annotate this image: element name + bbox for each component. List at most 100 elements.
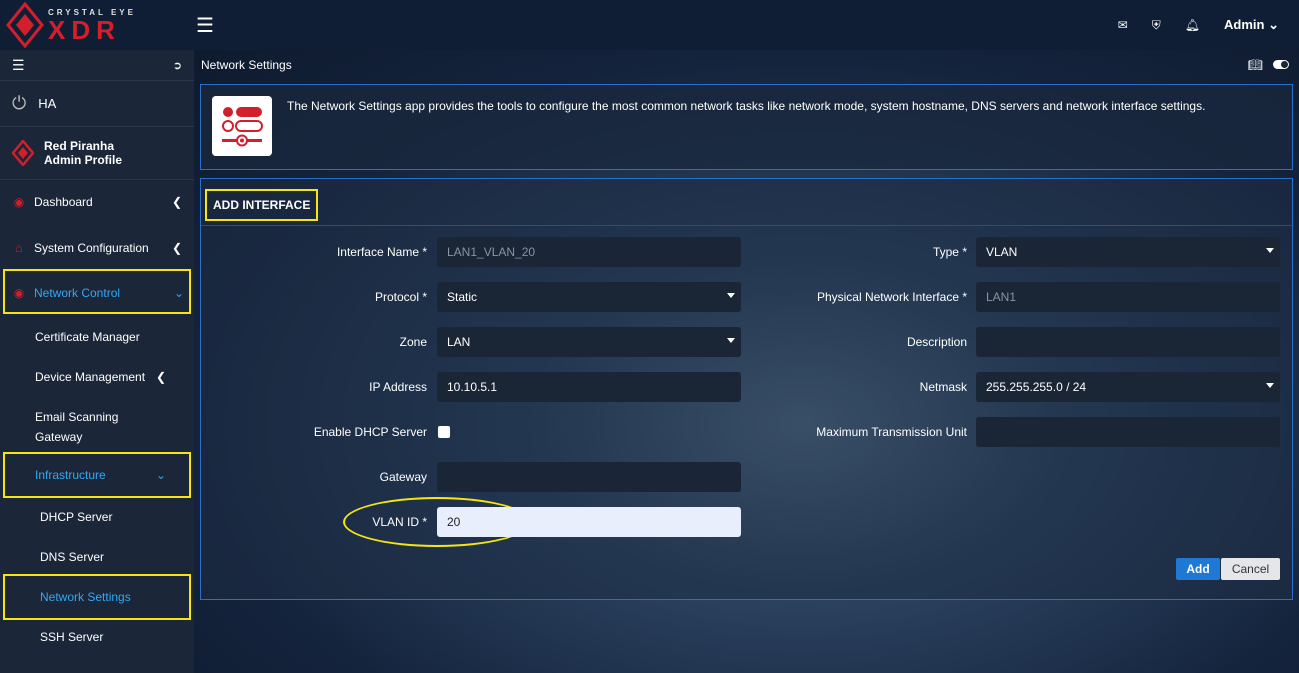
network-settings-app-icon — [212, 96, 272, 156]
chevron-left-icon: ❮ — [155, 370, 166, 384]
sidebar-item-label: Gateway — [35, 430, 83, 444]
profile-role: Admin Profile — [44, 153, 123, 167]
sidebar-item-label: Network Control — [34, 286, 121, 300]
sidebar-item-device-management[interactable]: Device Management ❮ — [0, 366, 194, 388]
sidebar-item-email-scanning[interactable]: Email Scanning — [0, 406, 194, 428]
chevron-down-icon: ⌄ — [155, 468, 166, 482]
sidebar-item-dhcp-server[interactable]: DHCP Server — [0, 506, 194, 528]
ip-address-value: 10.10.5.1 — [447, 380, 498, 394]
physical-interface-input[interactable]: LAN1 — [976, 282, 1280, 312]
top-bar: CRYSTAL EYE XDR ☰ ✉ ⛨ 🔔︎ Admin ⌄ — [0, 0, 1299, 50]
sidebar-item-label: Dashboard — [34, 195, 93, 209]
form-header: ADD INTERFACE — [201, 179, 1294, 226]
book-icon[interactable]: 📖︎ — [1248, 58, 1263, 72]
vlan-id-value: 20 — [447, 515, 461, 529]
sidebar-item-label: DHCP Server — [40, 510, 113, 524]
cancel-button[interactable]: Cancel — [1221, 558, 1280, 580]
caret-down-icon — [1266, 383, 1274, 388]
sidebar-toolbar: ☰ ➲ — [0, 50, 194, 80]
page-title-bar: Network Settings — [194, 50, 1299, 80]
info-panel: The Network Settings app provides the to… — [200, 84, 1293, 170]
physical-interface-value: LAN1 — [986, 290, 1017, 304]
chevron-left-icon: ❮ — [171, 195, 182, 209]
sidebar-profile[interactable]: Red Piranha Admin Profile — [0, 126, 194, 180]
chevron-left-icon: ❮ — [171, 241, 182, 255]
sidebar-item-label: SSH Server — [40, 630, 104, 644]
physical-interface-label: Physical Network Interface * — [816, 290, 967, 304]
mtu-label: Maximum Transmission Unit — [816, 425, 967, 439]
ip-address-label: IP Address — [369, 380, 427, 394]
profile-logo-icon — [12, 140, 34, 166]
list-icon[interactable]: ☰ — [12, 57, 25, 74]
sidebar-item-system-configuration[interactable]: ⌂ System Configuration ❮ — [0, 236, 194, 260]
sidebar-item-label: System Configuration — [34, 241, 149, 255]
description-input[interactable] — [976, 327, 1280, 357]
sidebar-item-network-control[interactable]: ◉ Network Control ⌄ — [0, 281, 194, 305]
interface-name-input[interactable]: LAN1_VLAN_20 — [437, 237, 741, 267]
ip-address-input[interactable]: 10.10.5.1 — [437, 372, 741, 402]
admin-menu[interactable]: Admin ⌄ — [1224, 17, 1279, 33]
sidebar-item-certificate-manager[interactable]: Certificate Manager — [0, 326, 194, 348]
sign-out-icon[interactable]: ➲ — [173, 59, 182, 72]
network-icon: ◉ — [13, 286, 25, 300]
bell-icon[interactable]: 🔔︎ — [1185, 18, 1200, 32]
menu-toggle-icon[interactable]: ☰ — [196, 13, 214, 38]
admin-label: Admin — [1224, 17, 1265, 32]
sidebar-ha[interactable]: ⏻︎ HA — [0, 80, 194, 126]
zone-select[interactable]: LAN — [437, 327, 741, 357]
vlan-id-label: VLAN ID * — [372, 515, 427, 529]
enable-dhcp-checkbox[interactable] — [438, 426, 450, 438]
sidebar-item-label: Network Settings — [40, 590, 131, 604]
sidebar-item-email-scanning-line2[interactable]: Gateway — [0, 426, 194, 448]
brand-logo[interactable]: CRYSTAL EYE XDR — [0, 0, 194, 50]
protocol-select[interactable]: Static — [437, 282, 741, 312]
type-label: Type * — [932, 245, 967, 259]
dashboard-icon: ◉ — [13, 195, 25, 209]
interface-name-value: LAN1_VLAN_20 — [447, 245, 536, 259]
caret-down-icon — [727, 293, 735, 298]
add-button[interactable]: Add — [1176, 558, 1220, 580]
enable-dhcp-label: Enable DHCP Server — [313, 425, 427, 439]
form-title: ADD INTERFACE — [205, 189, 319, 221]
netmask-label: Netmask — [919, 380, 967, 394]
sidebar-item-label: Email Scanning — [35, 410, 119, 424]
type-select[interactable]: VLAN — [976, 237, 1280, 267]
shield-icon[interactable]: ⛨ — [1152, 18, 1161, 33]
info-text: The Network Settings app provides the to… — [287, 99, 1206, 113]
netmask-select[interactable]: 255.255.255.0 / 24 — [976, 372, 1280, 402]
page-title: Network Settings — [201, 58, 292, 72]
mail-icon[interactable]: ✉ — [1118, 18, 1128, 32]
sidebar-item-label: Device Management — [35, 370, 146, 384]
sidebar-item-ssh-server[interactable]: SSH Server — [0, 626, 194, 648]
caret-down-icon — [727, 338, 735, 343]
brand-name: XDR — [48, 14, 121, 45]
mtu-input[interactable] — [976, 417, 1280, 447]
zone-value: LAN — [447, 335, 471, 349]
gateway-label: Gateway — [379, 470, 427, 484]
caret-down-icon — [1266, 248, 1274, 253]
interface-name-label: Interface Name * — [336, 245, 427, 259]
ha-label: HA — [38, 96, 57, 111]
sidebar-item-label: Infrastructure — [35, 468, 106, 482]
main-content: Network Settings 📖︎ The Network Settings… — [194, 50, 1299, 673]
gateway-input[interactable] — [437, 462, 741, 492]
netmask-value: 255.255.255.0 / 24 — [986, 380, 1087, 394]
crystal-eye-logo-icon — [6, 2, 44, 48]
chevron-down-icon: ⌄ — [1268, 17, 1279, 32]
sidebar-item-network-settings[interactable]: Network Settings — [0, 586, 194, 608]
home-icon: ⌂ — [15, 241, 23, 255]
protocol-value: Static — [447, 290, 478, 304]
sidebar-item-label: Certificate Manager — [35, 330, 140, 344]
protocol-label: Protocol * — [374, 290, 427, 304]
toggle-icon[interactable] — [1273, 60, 1289, 69]
sidebar-item-infrastructure[interactable]: Infrastructure ⌄ — [0, 464, 194, 486]
vlan-id-input[interactable]: 20 — [437, 507, 741, 537]
zone-label: Zone — [399, 335, 427, 349]
sidebar: ☰ ➲ ⏻︎ HA Red Piranha Admin Profile ◉ Da… — [0, 50, 194, 673]
add-interface-panel: ADD INTERFACE Interface Name * LAN1_VLAN… — [200, 178, 1294, 600]
title-tools: 📖︎ — [1248, 58, 1289, 72]
sidebar-item-dashboard[interactable]: ◉ Dashboard ❮ — [0, 190, 194, 214]
type-value: VLAN — [986, 245, 1018, 259]
sidebar-item-dns-server[interactable]: DNS Server — [0, 546, 194, 568]
sidebar-item-label: DNS Server — [40, 550, 105, 564]
